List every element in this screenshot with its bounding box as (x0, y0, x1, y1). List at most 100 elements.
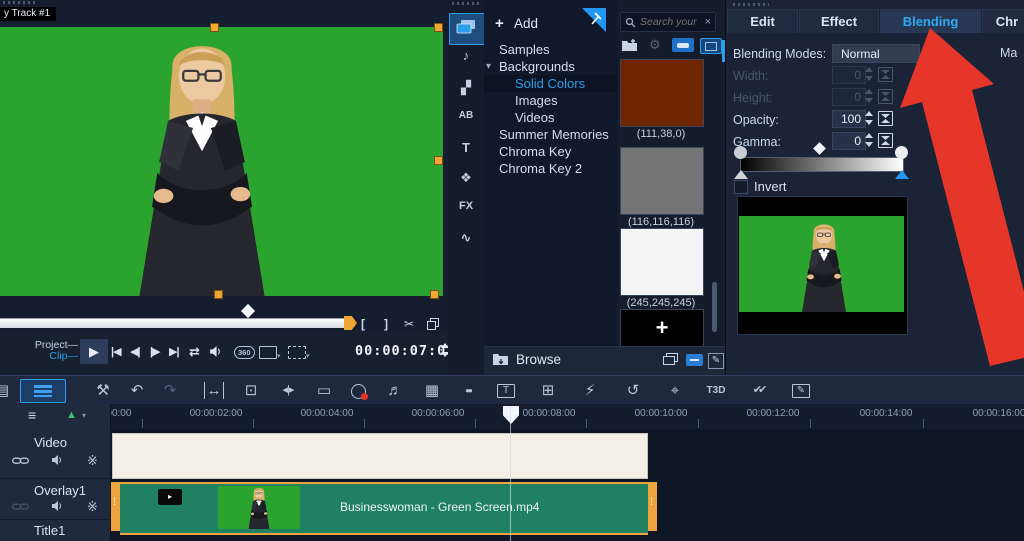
opacity-stepper[interactable] (864, 111, 874, 125)
motion-path-library-icon[interactable]: ∿ (448, 230, 484, 246)
storyboard-view-icon[interactable]: ▤ (0, 382, 14, 399)
track-manager-icon[interactable]: ≡ (28, 407, 36, 423)
search-input[interactable] (638, 15, 701, 29)
display-ratio-button[interactable] (259, 346, 277, 359)
gradient-left-triangle[interactable] (734, 170, 748, 179)
thumbnail-zoom-slider[interactable] (686, 354, 703, 366)
browse-button[interactable]: Browse (516, 352, 561, 367)
pin-panel-icon[interactable] (582, 8, 606, 32)
overlay-clip-right-handle[interactable] (648, 482, 657, 531)
trim-icon[interactable]: ▭ (312, 382, 336, 399)
loop-icon[interactable]: ↺ (621, 382, 645, 399)
clip-mode-button[interactable]: Clip— (30, 351, 78, 362)
tree-item-samples[interactable]: Samples (484, 41, 632, 58)
next-frame-button[interactable]: |▶ (150, 345, 160, 358)
backgrounds-expander-icon[interactable]: ▾ (486, 58, 491, 75)
selection-handle-top-right[interactable] (434, 23, 443, 32)
panel-drag-handle[interactable] (3, 1, 37, 4)
opacity-keyframe-icon[interactable] (878, 111, 893, 126)
selection-handle-bottom[interactable] (214, 290, 223, 299)
tab-blending[interactable]: Blending (880, 9, 981, 33)
preview-video[interactable] (0, 27, 443, 296)
stickers-icon[interactable]: ●● (456, 382, 480, 399)
tree-item-chroma-key[interactable]: Chroma Key (484, 143, 632, 160)
swatch-gray[interactable] (620, 147, 704, 215)
list-view-button[interactable] (672, 38, 694, 52)
options-drag-handle[interactable] (733, 3, 769, 6)
height-stepper[interactable] (864, 89, 874, 103)
sync-settings-gear-icon[interactable]: ⚙ (649, 37, 661, 53)
selection-handle-top[interactable] (210, 23, 219, 32)
face-indexing-icon[interactable]: ⌖ (663, 382, 687, 399)
add-folder-icon[interactable] (621, 38, 639, 52)
gamma-field[interactable]: 0 (832, 132, 866, 150)
thumbnail-view-icon[interactable] (663, 353, 679, 366)
redo-icon[interactable]: ↷ (158, 382, 182, 399)
tab-effect[interactable]: Effect (799, 9, 879, 33)
tab-chroma[interactable]: Chr (982, 9, 1024, 33)
tree-item-chroma-key-2[interactable]: Chroma Key 2 (484, 160, 632, 177)
repeat-button[interactable]: ⇄ (189, 344, 199, 360)
swatch-dark-red[interactable] (620, 59, 704, 127)
enlarge-preview-icon[interactable] (427, 318, 439, 330)
batch-convert-icon[interactable]: ✔✔ (746, 382, 770, 399)
add-folder-plus-icon[interactable]: + (495, 15, 504, 32)
width-stepper[interactable] (864, 67, 874, 81)
filters-library-icon[interactable]: FX (448, 200, 484, 212)
gallery-scrollbar[interactable] (712, 282, 717, 332)
motion-tracking-icon[interactable]: ⚡ (578, 382, 602, 399)
panel-splitter-handle[interactable] (722, 40, 725, 62)
search-box[interactable]: × (620, 12, 716, 32)
width-field[interactable]: 0 (832, 66, 866, 84)
volume-icon[interactable] (209, 345, 222, 358)
video-track-clip[interactable] (112, 433, 648, 479)
end-button[interactable]: ▶| (169, 345, 179, 358)
video-track-header[interactable]: Video ※ (0, 429, 110, 479)
swatch-white[interactable] (620, 228, 704, 296)
overlay-link-icon[interactable] (12, 501, 29, 512)
invert-checkbox[interactable] (734, 180, 748, 194)
overlay-clip[interactable]: ▸ Businesswoman - Green Screen.mp4 (111, 482, 657, 531)
tools-icon[interactable]: ⚒ (91, 382, 115, 399)
opacity-field[interactable]: 100 (832, 110, 866, 128)
audio-mixer-icon[interactable]: ♬ (383, 382, 407, 399)
title-track-header[interactable]: Title1 (0, 520, 110, 541)
selection-handle-right[interactable] (434, 156, 443, 165)
view-360-button[interactable]: 360 (234, 346, 255, 359)
subtitle-editor-icon[interactable]: T (497, 384, 515, 398)
audio-library-icon[interactable]: ♪ (448, 48, 484, 63)
instant-project-icon[interactable]: ▞ (448, 80, 484, 96)
add-folder-button[interactable]: Add (514, 16, 538, 31)
gradient-right-handle[interactable] (895, 146, 908, 159)
search-clear-icon[interactable]: × (705, 16, 711, 28)
overlay-clip-left-handle[interactable] (111, 482, 120, 531)
undo-icon[interactable]: ↶ (125, 382, 149, 399)
ripple-link-icon[interactable] (12, 455, 29, 466)
tree-item-backgrounds[interactable]: ▾ Backgrounds (484, 58, 617, 75)
mute-track-icon[interactable] (51, 454, 63, 466)
grid-view-button[interactable] (700, 38, 722, 54)
trim-marker[interactable] (241, 304, 255, 318)
play-button[interactable]: ▶ (80, 339, 108, 364)
add-track-icon[interactable]: ▲ (66, 409, 77, 421)
gamma-keyframe-icon[interactable] (878, 133, 893, 148)
safe-area-caret[interactable]: ▾ (306, 352, 310, 360)
transitions-library-icon[interactable]: AB (448, 110, 484, 121)
mute-overlay-icon[interactable] (51, 500, 63, 512)
timeline-view-button[interactable] (20, 379, 66, 403)
safe-area-button[interactable] (288, 346, 306, 359)
color-grading-icon[interactable] (351, 384, 366, 399)
record-capture-icon[interactable]: ⊡ (239, 382, 263, 399)
blending-mode-dropdown[interactable]: Normal (832, 44, 920, 63)
gradient-right-triangle[interactable] (895, 170, 909, 179)
mark-in-button[interactable]: [ (361, 317, 365, 331)
freeze-track-icon[interactable]: ※ (87, 453, 98, 469)
add-track-caret[interactable]: ▾ (82, 411, 86, 420)
overlay-track-header[interactable]: Overlay1 ※ (0, 479, 110, 520)
browse-folder-icon[interactable] (492, 352, 510, 366)
display-ratio-caret[interactable]: ▾ (277, 352, 281, 360)
collage-icon[interactable]: ⊞ (536, 382, 560, 399)
gamma-stepper[interactable] (864, 133, 874, 147)
freeze-overlay-icon[interactable]: ※ (87, 499, 98, 515)
blend-gradient-slider[interactable] (740, 157, 904, 172)
